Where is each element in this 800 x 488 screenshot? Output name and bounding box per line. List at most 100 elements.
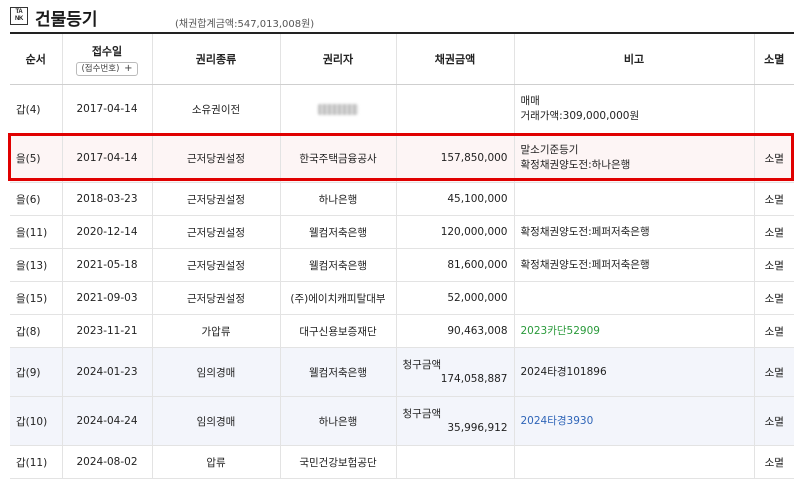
receipt-number-toggle[interactable]: (접수번호) + [76,61,138,76]
case-number-link[interactable]: 2023카단52909 [521,324,748,339]
cell-amount: 90,463,008 [396,314,515,348]
cell-type: 근저당권설정 [152,248,281,282]
cell-seq: 갑(8) [10,314,63,348]
cell-type: 압류 [152,445,281,479]
redacted-holder-name [318,103,358,115]
col-header-date-label: 접수일 [91,44,123,58]
cell-amount [396,445,515,479]
claim-amount-value: 35,996,912 [447,422,508,434]
section-header: TA NK 건물등기 (채권합계금액:547,013,008원) [10,6,790,32]
cell-note [514,445,755,479]
claim-amount-label: 청구금액 [402,359,442,371]
cell-date: 2020-12-14 [62,215,153,249]
cell-note [514,281,755,315]
cell-type: 근저당권설정 [152,133,281,183]
case-number: 2024타경101896 [520,365,607,378]
logo-line-1: TA [15,9,23,15]
cell-seq: 갑(10) [10,396,63,446]
cell-seq: 을(6) [10,182,63,216]
cell-note: 확정채권양도전:페퍼저축은행 [514,215,755,249]
col-header-holder: 권리자 [280,34,397,85]
cell-note: 2024타경101896 [514,347,755,397]
cell-date: 2017-04-14 [62,133,153,183]
note-line: 확정채권양도전:페퍼저축은행 [520,225,650,238]
logo-line-2: NK [14,16,24,22]
table-row: 갑(9) 2024-01-23 임의경매 웰컴저축은행 청구금액 174,058… [10,347,794,397]
cell-date: 2021-05-18 [62,248,153,282]
table-row: 갑(11) 2024-08-02 압류 국민건강보험공단 소멸 [10,445,794,479]
registry-table: 순서 접수일 (접수번호) + 권리종류 권리자 채권금액 비고 소멸 갑(4)… [10,34,794,479]
cell-holder: 하나은행 [280,182,397,216]
col-header-type: 권리종류 [152,34,281,85]
cell-date: 2018-03-23 [62,182,153,216]
table-header-row: 순서 접수일 (접수번호) + 권리종류 권리자 채권금액 비고 소멸 [10,34,794,85]
cell-holder: 웰컴저축은행 [280,215,397,249]
col-header-seq: 순서 [10,34,63,85]
claim-amount-label: 청구금액 [402,408,442,420]
cell-note: 말소기준등기 확정채권양도전:하나은행 [514,133,755,183]
cell-extinct: 소멸 [754,396,794,446]
cell-type: 소유권이전 [152,84,281,134]
cell-type: 가압류 [152,314,281,348]
cell-amount: 81,600,000 [396,248,515,282]
cell-holder [280,84,397,134]
table-row: 갑(4) 2017-04-14 소유권이전 매매 거래가액:309,000,00… [10,84,794,134]
table-row: 갑(8) 2023-11-21 가압류 대구신용보증재단 90,463,008 … [10,314,794,348]
expand-plus-icon: + [124,62,133,74]
cell-extinct: 소멸 [754,445,794,479]
cell-date: 2017-04-14 [62,84,153,134]
cell-date: 2023-11-21 [62,314,153,348]
table-row: 을(15) 2021-09-03 근저당권설정 (주)에이치캐피탈대부 52,0… [10,281,794,315]
cell-type: 근저당권설정 [152,215,281,249]
cell-extinct: 소멸 [754,314,794,348]
note-line: 거래가액:309,000,000원 [520,110,640,122]
cell-date: 2024-04-24 [62,396,153,446]
cell-note: 확정채권양도전:페퍼저축은행 [514,248,755,282]
cell-type: 근저당권설정 [152,182,281,216]
cell-holder: 국민건강보험공단 [280,445,397,479]
cell-note [514,182,755,216]
cell-holder: 대구신용보증재단 [280,314,397,348]
cell-seq: 을(5) [10,133,63,183]
cell-note: 2024타경3930 [514,396,755,446]
col-header-amount: 채권금액 [396,34,515,85]
table-row: 을(11) 2020-12-14 근저당권설정 웰컴저축은행 120,000,0… [10,215,794,249]
note-line: 매매 [520,95,540,107]
cell-date: 2021-09-03 [62,281,153,315]
note-line: 확정채권양도전:하나은행 [520,159,631,171]
cell-date: 2024-08-02 [62,445,153,479]
cell-extinct: 소멸 [754,133,794,183]
cell-extinct: 소멸 [754,347,794,397]
cell-type: 임의경매 [152,347,281,397]
cell-seq: 을(13) [10,248,63,282]
cell-holder: (주)에이치캐피탈대부 [280,281,397,315]
claims-total: (채권합계금액:547,013,008원) [175,19,315,30]
col-header-note: 비고 [514,34,755,85]
case-number-link[interactable]: 2024타경3930 [521,414,748,429]
cell-amount: 45,100,000 [396,182,515,216]
cell-amount [396,84,515,134]
cell-amount: 청구금액 174,058,887 [396,347,515,397]
cell-date: 2024-01-23 [62,347,153,397]
page-title: 건물등기 [35,10,98,30]
table-row: 을(6) 2018-03-23 근저당권설정 하나은행 45,100,000 소… [10,182,794,216]
cell-holder: 한국주택금융공사 [280,133,397,183]
cell-extinct: 소멸 [754,215,794,249]
table-row: 을(13) 2021-05-18 근저당권설정 웰컴저축은행 81,600,00… [10,248,794,282]
cell-amount: 52,000,000 [396,281,515,315]
cell-seq: 갑(4) [10,84,63,134]
cell-amount: 120,000,000 [396,215,515,249]
col-header-date: 접수일 (접수번호) + [62,34,153,85]
cell-note: 2023카단52909 [514,314,755,348]
cell-extinct: 소멸 [754,182,794,216]
table-row: 갑(10) 2024-04-24 임의경매 하나은행 청구금액 35,996,9… [10,396,794,446]
tank-logo-icon: TA NK [10,7,28,25]
cell-seq: 갑(11) [10,445,63,479]
cell-extinct: 소멸 [754,281,794,315]
cell-amount: 157,850,000 [396,133,515,183]
cell-holder: 웰컴저축은행 [280,347,397,397]
note-line: 확정채권양도전:페퍼저축은행 [520,258,650,271]
cell-seq: 갑(9) [10,347,63,397]
cell-seq: 을(15) [10,281,63,315]
receipt-number-label: (접수번호) [81,63,120,74]
